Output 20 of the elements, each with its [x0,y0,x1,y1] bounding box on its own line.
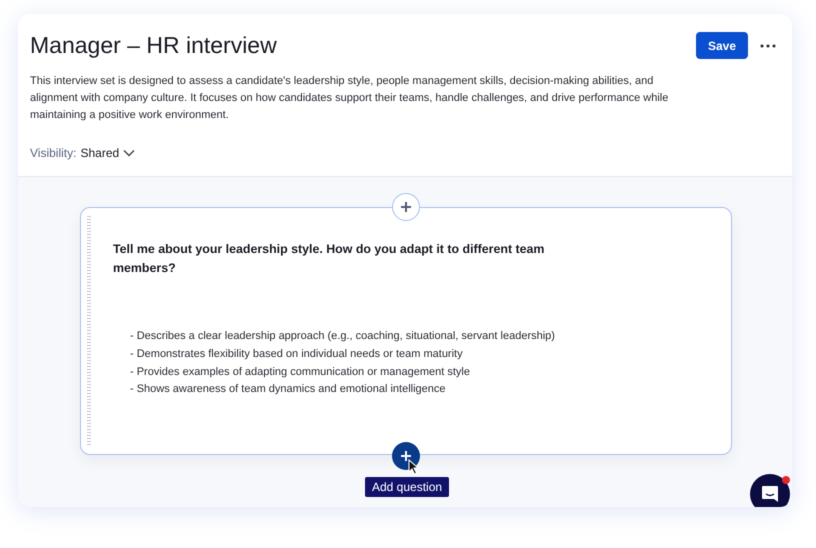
save-button[interactable]: Save [696,32,748,59]
description: This interview set is designed to assess a candidate's leadership style, people management skills, decision-making abilities, and alignment with company culture. It focuses on how candidates support their teams, handle challenges, and drive performance while maintaining a positive work environment. [30,74,670,123]
page-title: Manager – HR interview [30,32,278,59]
criterion-text: - Demonstrates flexibility based on individual needs or team maturity [130,346,464,362]
more-icon[interactable] [760,44,776,48]
criterion-text: - Shows awareness of team dynamics and emotional intelligence [130,382,446,398]
chat-icon [760,484,780,504]
add-button[interactable] [392,193,420,221]
chat-button[interactable] [750,474,790,507]
plus-icon [401,451,411,461]
criterion-text: - Provides examples of adapting communication or management style [130,364,471,380]
chevron-down-icon[interactable] [123,149,136,157]
visibility-dropdown[interactable]: Shared [80,146,120,160]
question-text: Tell me about your leadership style. How do you adapt it to different team members? [113,241,546,277]
criterion-text: - Describes a clear leadership approach (e.g., coaching, situational, servant leadership) [130,329,556,344]
visibility-label: Visibility: [30,146,76,160]
drag-handle-icon[interactable] [87,216,91,446]
tooltip: Add question [365,477,450,497]
pointer-icon [408,459,420,475]
plus-icon [401,202,411,212]
